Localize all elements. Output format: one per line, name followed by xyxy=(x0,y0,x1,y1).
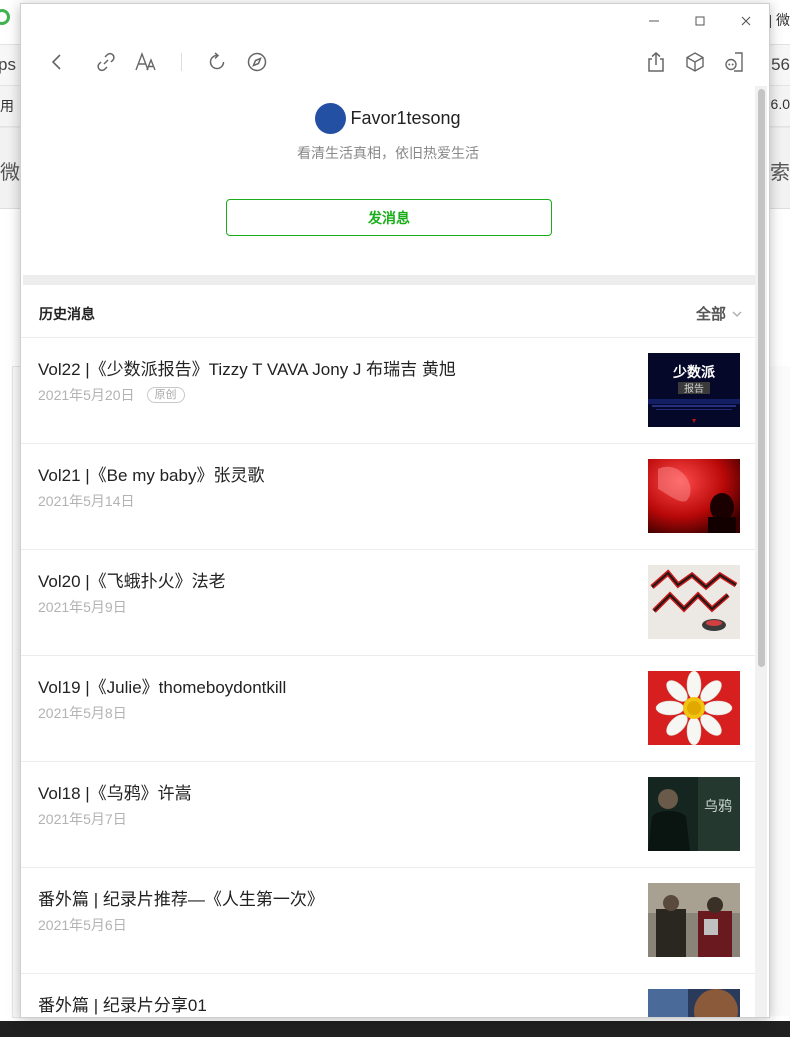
wechat-logo-icon xyxy=(0,9,10,25)
profile-header: Favor1tesong xyxy=(21,103,755,134)
article-meta: 2021年5月20日 原创 xyxy=(38,385,185,405)
article-meta: 2021年5月8日 xyxy=(38,703,127,723)
article-date: 2021年5月9日 xyxy=(38,599,127,615)
copy-link-button[interactable] xyxy=(92,48,120,76)
article-date: 2021年5月6日 xyxy=(38,917,127,933)
background-search-fragment-right: 索 xyxy=(770,162,790,184)
maximize-icon xyxy=(695,16,705,26)
article-thumbnail: 少数派 报告 xyxy=(648,353,740,427)
account-name: Favor1tesong xyxy=(350,108,461,128)
article-item[interactable]: 番外篇 | 纪录片推荐—《人生第一次》 2021年5月6日 xyxy=(21,868,755,974)
background-bookmark-fragment-right: 6.0 xyxy=(770,96,790,112)
article-title: Vol18 |《乌鸦》许嵩 xyxy=(38,784,192,803)
official-account-window: Favor1tesong 看清生活真相，依旧热爱生活 发消息 历史消息 全部 V… xyxy=(20,3,770,1018)
font-size-button[interactable] xyxy=(132,48,160,76)
article-title: Vol21 |《Be my baby》张灵歌 xyxy=(38,466,265,485)
article-thumbnail xyxy=(648,671,740,745)
thumbnail-text: 乌鸦 xyxy=(704,798,732,815)
refresh-button[interactable] xyxy=(203,48,231,76)
article-thumbnail-image xyxy=(648,459,740,533)
article-thumbnail-image: 少数派 报告 xyxy=(648,353,740,427)
open-in-browser-button[interactable] xyxy=(243,48,271,76)
background-card-right xyxy=(767,366,790,1016)
article-title: Vol22 |《少数派报告》Tizzy T VAVA Jony J 布瑞吉 黄旭 xyxy=(38,360,456,379)
background-bookmark-fragment: 用 xyxy=(0,98,14,114)
toolbar xyxy=(21,38,769,86)
article-title: Vol20 |《飞蛾扑火》法老 xyxy=(38,572,226,591)
article-item[interactable]: Vol18 |《乌鸦》许嵩 2021年5月7日 乌鸦 xyxy=(21,762,755,868)
article-item[interactable]: Vol22 |《少数派报告》Tizzy T VAVA Jony J 布瑞吉 黄旭… xyxy=(21,338,755,444)
refresh-icon xyxy=(209,52,225,70)
mini-program-icon xyxy=(725,52,743,72)
article-thumbnail-image xyxy=(648,989,740,1017)
article-date: 2021年5月8日 xyxy=(38,705,127,721)
window-controls xyxy=(631,4,769,38)
background-url-fragment: ps xyxy=(0,55,16,74)
avatar[interactable] xyxy=(315,103,347,134)
link-icon xyxy=(97,52,115,72)
taskbar xyxy=(0,1021,790,1037)
article-thumbnail-image xyxy=(648,671,740,745)
article-thumbnail-image: 乌鸦 xyxy=(648,777,740,851)
original-badge: 原创 xyxy=(146,387,185,403)
compass-icon xyxy=(247,52,267,72)
history-filter-dropdown[interactable]: 全部 xyxy=(696,303,742,324)
scrollbar-thumb[interactable] xyxy=(758,89,765,667)
content-scroll-area[interactable]: Favor1tesong 看清生活真相，依旧热爱生活 发消息 历史消息 全部 V… xyxy=(21,86,755,1017)
article-title: 番外篇 | 纪录片分享01 xyxy=(38,996,207,1015)
background-title-text: | 微 xyxy=(768,12,790,28)
account-profile: Favor1tesong 看清生活真相，依旧热爱生活 发消息 xyxy=(21,86,755,275)
article-date: 2021年5月7日 xyxy=(38,811,127,827)
close-button[interactable] xyxy=(723,4,769,38)
article-item[interactable]: Vol19 |《Julie》thomeboydontkill 2021年5月8日 xyxy=(21,656,755,762)
back-button[interactable] xyxy=(43,48,71,76)
minimize-button[interactable] xyxy=(631,4,677,38)
article-title: Vol19 |《Julie》thomeboydontkill xyxy=(38,678,287,697)
article-meta: 2021年5月9日 xyxy=(38,597,127,617)
article-thumbnail: 乌鸦 xyxy=(648,777,740,851)
maximize-button[interactable] xyxy=(677,4,723,38)
article-thumbnail xyxy=(648,883,740,957)
share-button[interactable] xyxy=(642,48,670,76)
mini-program-button[interactable] xyxy=(720,48,748,76)
history-title: 历史消息 xyxy=(39,306,95,322)
article-title: 番外篇 | 纪录片推荐—《人生第一次》 xyxy=(38,890,324,909)
cube-icon xyxy=(686,52,704,72)
toolbar-separator xyxy=(181,53,182,71)
history-filter-label: 全部 xyxy=(695,306,726,323)
article-thumbnail xyxy=(648,565,740,639)
back-icon xyxy=(51,54,61,70)
history-header: 历史消息 全部 xyxy=(21,285,755,338)
article-thumbnail xyxy=(648,459,740,533)
article-item[interactable]: Vol21 |《Be my baby》张灵歌 2021年5月14日 xyxy=(21,444,755,550)
article-item[interactable]: 番外篇 | 纪录片分享01 xyxy=(21,974,755,1017)
article-date: 2021年5月14日 xyxy=(38,493,135,509)
article-meta: 2021年5月14日 xyxy=(38,491,135,511)
close-icon xyxy=(741,16,751,26)
chevron-down-icon xyxy=(732,311,742,317)
share-icon xyxy=(648,52,664,72)
cube-button[interactable] xyxy=(681,48,709,76)
send-message-button[interactable]: 发消息 xyxy=(226,199,552,236)
account-description: 看清生活真相，依旧热爱生活 xyxy=(297,145,479,161)
article-item[interactable]: Vol20 |《飞蛾扑火》法老 2021年5月9日 xyxy=(21,550,755,656)
background-search-fragment: 微 xyxy=(0,162,20,184)
article-meta: 2021年5月6日 xyxy=(38,915,127,935)
article-thumbnail xyxy=(648,989,740,1017)
article-meta: 2021年5月7日 xyxy=(38,809,127,829)
minimize-icon xyxy=(649,20,659,22)
article-date: 2021年5月20日 xyxy=(38,387,135,403)
thumbnail-subtext: 报告 xyxy=(684,382,704,395)
article-thumbnail-image xyxy=(648,883,740,957)
section-divider xyxy=(23,275,755,285)
background-url-fragment-right: 56 xyxy=(771,55,790,74)
article-thumbnail-image xyxy=(648,565,740,639)
thumbnail-text: 少数派 xyxy=(672,364,716,381)
font-size-icon xyxy=(135,52,156,71)
